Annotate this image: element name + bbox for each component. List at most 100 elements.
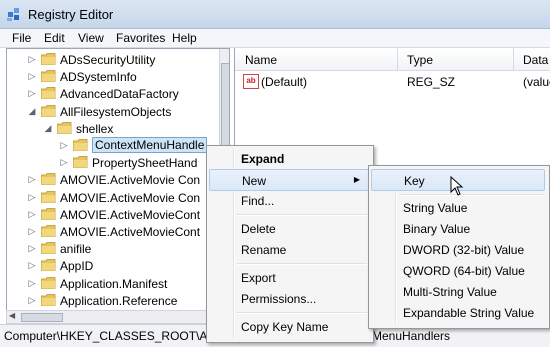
expand-arrow-icon[interactable]: ▷ (27, 260, 37, 271)
tree-item-label: anifile (60, 242, 92, 257)
folder-icon (41, 259, 56, 272)
tree-item[interactable]: ▷ AppID (7, 257, 217, 275)
folder-icon (41, 293, 56, 306)
list-header: Name Type Data (235, 48, 550, 71)
tree-item-label: AdvancedDataFactory (60, 87, 179, 102)
submenu-item-dword-value[interactable]: DWORD (32-bit) Value (371, 239, 545, 261)
tree-item[interactable]: ▷ AMOVIE.ActiveMovieCont (7, 223, 217, 241)
expand-arrow-icon[interactable]: ▷ (59, 157, 69, 168)
status-path: Computer\HKEY_CLASSES_ROOT\AllFil (4, 329, 226, 343)
menu-item-delete[interactable]: Delete (209, 218, 369, 240)
column-data[interactable]: Data (523, 53, 548, 67)
value-name: (Default) (261, 75, 308, 89)
menu-item-rename[interactable]: Rename (209, 239, 369, 261)
menu-edit[interactable]: Edit (44, 31, 65, 45)
folder-icon (41, 173, 56, 186)
menu-divider (237, 214, 367, 216)
menu-item-new[interactable]: New ▶ (209, 169, 369, 191)
context-menu: Expand New ▶ Find... Delete Rename Export… (206, 145, 374, 343)
folder-icon (41, 53, 56, 65)
menu-item-permissions[interactable]: Permissions... (209, 288, 369, 310)
menu-help[interactable]: Help (172, 31, 197, 45)
tree-item[interactable]: ◢ shellex (7, 120, 217, 138)
tree-item[interactable]: ▷ ContextMenuHandle (7, 137, 217, 155)
tree-item[interactable]: ▷ PropertySheetHand (7, 154, 217, 172)
expand-arrow-icon[interactable]: ▷ (27, 192, 37, 203)
expand-arrow-icon[interactable]: ▷ (27, 88, 37, 99)
window-title: Registry Editor (28, 7, 114, 22)
menu-item-export[interactable]: Export (209, 267, 369, 289)
folder-icon (41, 104, 56, 117)
tree-item[interactable]: ▷ anifile (7, 240, 217, 258)
tree-item-label: PropertySheetHand (92, 156, 198, 171)
expand-arrow-icon[interactable]: ▷ (27, 278, 37, 289)
menu-divider (399, 194, 543, 196)
tree-item[interactable]: ◢ AllFilesystemObjects (7, 103, 217, 121)
folder-icon (41, 225, 56, 237)
tree-item-label: AMOVIE.ActiveMovie Con (60, 173, 201, 188)
value-type: REG_SZ (407, 75, 456, 89)
menu-divider (237, 312, 367, 314)
tree-item-label: shellex (76, 121, 114, 136)
scroll-left-icon[interactable]: ◀ (9, 311, 15, 320)
submenu-item-string-value[interactable]: String Value (371, 197, 545, 219)
expand-arrow-icon[interactable]: ▷ (59, 140, 69, 151)
folder-icon (73, 139, 88, 151)
tree-item-label: AMOVIE.ActiveMovieCont (60, 207, 201, 222)
folder-icon (41, 242, 56, 255)
menu-favorites[interactable]: Favorites (116, 31, 165, 45)
registry-tree[interactable]: ▷ Application.Reference ▷ Application.Manif… (6, 48, 230, 312)
tree-item[interactable]: ▷ ADsSecurityUtility (7, 51, 217, 69)
expand-arrow-icon[interactable]: ▷ (27, 295, 37, 306)
folder-icon (57, 121, 72, 134)
tree-item-label: Application.Reference (60, 293, 178, 308)
tree-item-label: AMOVIE.ActiveMovie Con (60, 190, 201, 205)
tree-item-label: AppID (60, 259, 94, 274)
tree-item[interactable]: ▷ AdvancedDataFactory (7, 85, 217, 103)
tree-item[interactable]: ▷ AMOVIE.ActiveMovieCont (7, 206, 217, 224)
tree-item[interactable]: ▷ AMOVIE.ActiveMovie Con (7, 171, 217, 189)
menu-view[interactable]: View (78, 31, 104, 45)
submenu-item-qword-value[interactable]: QWORD (64-bit) Value (371, 260, 545, 282)
title-bar: Registry Editor (0, 0, 550, 29)
mouse-pointer-icon (450, 176, 464, 196)
expand-arrow-icon[interactable]: ▷ (27, 209, 37, 220)
string-value-icon: ab (243, 74, 259, 89)
menu-file[interactable]: File (12, 31, 31, 45)
tree-horizontal-scrollbar[interactable]: ◀ ▶ (6, 310, 230, 324)
tree-item[interactable]: ▷ Application.Reference (7, 292, 217, 310)
folder-icon (41, 70, 56, 83)
collapse-arrow-icon[interactable]: ◢ (27, 106, 37, 117)
folder-icon (41, 207, 56, 220)
tree-item-label: ContextMenuHandle (92, 137, 208, 153)
tree-item-label: AMOVIE.ActiveMovieCont (60, 225, 201, 239)
column-name[interactable]: Name (245, 53, 277, 67)
status-path-end: MenuHandlers (372, 329, 451, 343)
menu-item-expand[interactable]: Expand (209, 148, 369, 170)
scrollbar-thumb[interactable] (21, 313, 63, 322)
menu-divider (237, 263, 367, 265)
submenu-item-binary-value[interactable]: Binary Value (371, 218, 545, 240)
menu-item-find[interactable]: Find... (209, 190, 369, 212)
collapse-arrow-icon[interactable]: ◢ (43, 123, 53, 134)
expand-arrow-icon[interactable]: ▷ (27, 54, 37, 65)
folder-icon (41, 276, 56, 289)
expand-arrow-icon[interactable]: ▷ (27, 174, 37, 185)
list-row[interactable]: ab (Default) REG_SZ (value (235, 72, 550, 90)
tree-item[interactable]: ▷ ADSystemInfo (7, 68, 217, 86)
expand-arrow-icon[interactable]: ▷ (27, 71, 37, 82)
folder-icon (41, 87, 56, 100)
submenu-item-multi-string-value[interactable]: Multi-String Value (371, 281, 545, 303)
tree-item[interactable]: ▷ AMOVIE.ActiveMovie Con (7, 189, 217, 207)
submenu-item-expandable-string-value[interactable]: Expandable String Value (371, 302, 545, 324)
tree-item-label: ADSystemInfo (60, 70, 137, 85)
expand-arrow-icon[interactable]: ▷ (27, 243, 37, 254)
column-type[interactable]: Type (407, 53, 433, 67)
registry-editor-icon (7, 8, 19, 21)
tree-item-label: AllFilesystemObjects (60, 104, 172, 119)
menu-item-copy-key-name[interactable]: Copy Key Name (209, 316, 369, 338)
tree-item[interactable]: ▷ Application.Manifest (7, 275, 217, 293)
folder-icon (73, 156, 88, 169)
value-data: (value (523, 75, 550, 89)
expand-arrow-icon[interactable]: ▷ (27, 226, 37, 237)
